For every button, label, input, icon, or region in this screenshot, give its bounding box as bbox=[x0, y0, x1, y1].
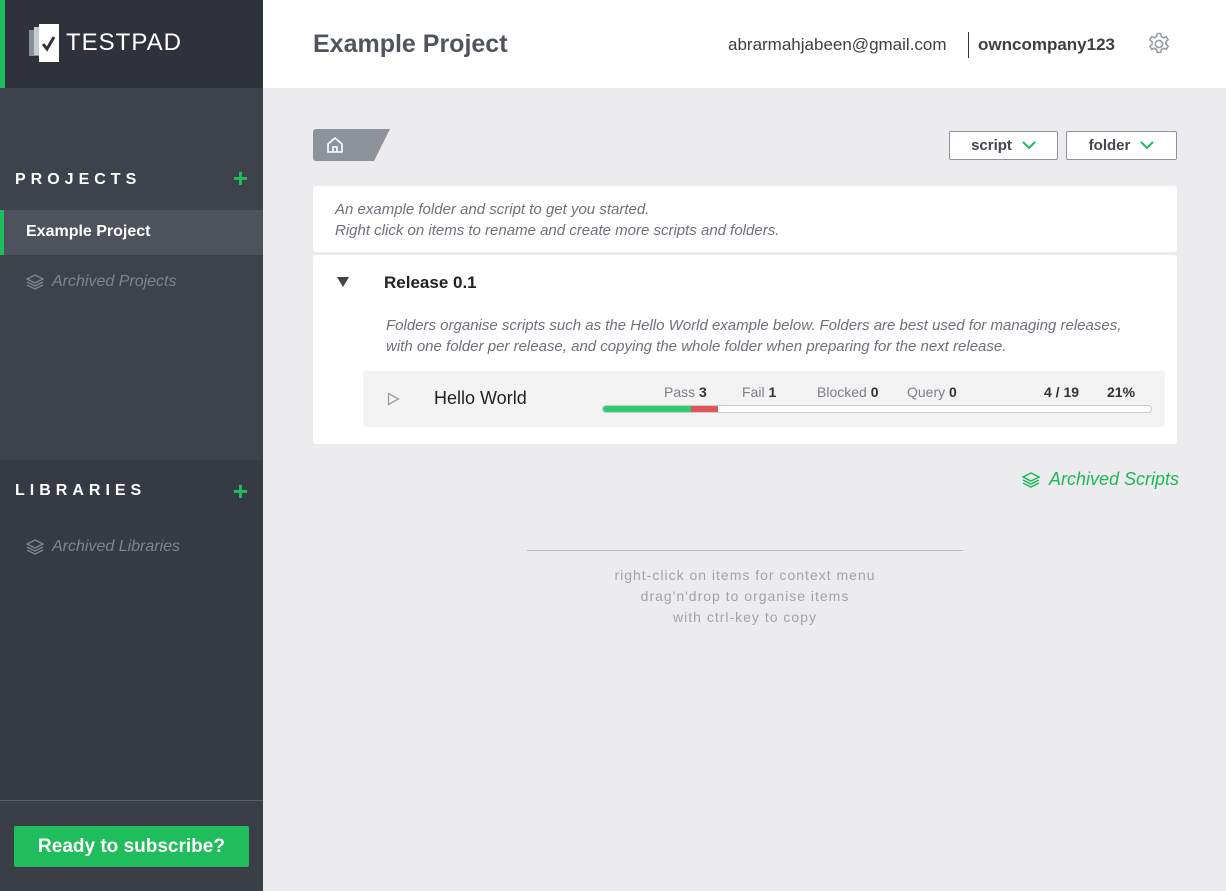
add-library-button[interactable]: + bbox=[233, 478, 248, 504]
pass-stat: Pass 3 bbox=[664, 384, 707, 400]
intro-line-1: An example folder and script to get you … bbox=[335, 201, 650, 218]
hint-line-2: drag'n'drop to organise items bbox=[640, 588, 850, 604]
script-name[interactable]: Hello World bbox=[434, 388, 527, 409]
sidebar-divider bbox=[0, 800, 263, 801]
projects-section: PROJECTS + Example Project Archived Proj… bbox=[0, 88, 263, 460]
layers-icon bbox=[1022, 471, 1040, 488]
brand-name: TESTPAD bbox=[66, 29, 182, 56]
query-label: Query bbox=[907, 384, 946, 400]
brand-bar: TESTPAD bbox=[0, 0, 263, 88]
chevron-down-icon bbox=[1140, 141, 1155, 150]
hint-line-1: right-click on items for context menu bbox=[614, 567, 876, 583]
layers-icon bbox=[26, 274, 44, 290]
fail-label: Fail bbox=[742, 384, 765, 400]
chevron-down-icon bbox=[1022, 141, 1036, 150]
progress-count: 4 / 19 bbox=[1044, 384, 1080, 400]
gear-icon[interactable] bbox=[1146, 31, 1172, 57]
script-row[interactable]: Hello World Pass 3 Fail 1 Blocked 0 Quer… bbox=[363, 371, 1165, 427]
folder-description: Folders organise scripts such as the Hel… bbox=[386, 317, 1122, 355]
fail-count: 1 bbox=[768, 384, 777, 400]
archived-projects-label: Archived Projects bbox=[52, 273, 177, 290]
folder-card: Release 0.1 Folders organise scripts suc… bbox=[313, 255, 1177, 444]
add-project-button[interactable]: + bbox=[233, 165, 248, 191]
page-title: Example Project bbox=[313, 30, 508, 58]
fail-stat: Fail 1 bbox=[742, 384, 776, 400]
blocked-stat: Blocked 0 bbox=[817, 384, 879, 400]
company-name[interactable]: owncompany123 bbox=[978, 35, 1115, 55]
sidebar-item-label: Example Project bbox=[26, 223, 151, 240]
libraries-title: LIBRARIES bbox=[15, 482, 147, 499]
blocked-label: Blocked bbox=[817, 384, 867, 400]
subscribe-button[interactable]: Ready to subscribe? bbox=[14, 826, 249, 867]
sidebar: TESTPAD PROJECTS + Example Project Archi… bbox=[0, 0, 263, 891]
script-dropdown-label: script bbox=[971, 137, 1012, 154]
archived-projects-link[interactable]: Archived Projects bbox=[26, 273, 177, 291]
progress-fail-segment bbox=[690, 406, 719, 412]
blocked-count: 0 bbox=[870, 384, 879, 400]
new-script-dropdown[interactable]: script bbox=[949, 131, 1058, 160]
folder-title[interactable]: Release 0.1 bbox=[384, 273, 477, 293]
sidebar-item-example-project[interactable]: Example Project bbox=[0, 210, 263, 255]
progress-bar bbox=[602, 405, 1152, 413]
progress-percent: 21% bbox=[1107, 384, 1136, 400]
top-header: Example Project abrarmahjabeen@gmail.com… bbox=[263, 0, 1226, 88]
user-email: abrarmahjabeen@gmail.com bbox=[728, 35, 947, 54]
hint-divider bbox=[527, 550, 963, 551]
intro-note: An example folder and script to get you … bbox=[313, 186, 1177, 252]
folder-dropdown-label: folder bbox=[1088, 137, 1131, 154]
progress-pass-segment bbox=[603, 406, 691, 412]
hint-line-3: with ctrl-key to copy bbox=[673, 609, 817, 625]
header-separator bbox=[968, 32, 969, 58]
query-stat: Query 0 bbox=[907, 384, 957, 400]
intro-line-2: Right click on items to rename and creat… bbox=[335, 222, 780, 239]
archived-scripts-link[interactable]: Archived Scripts bbox=[1022, 469, 1179, 490]
libraries-section: LIBRARIES + Archived Libraries bbox=[0, 460, 263, 800]
play-icon[interactable] bbox=[387, 392, 400, 406]
layers-icon bbox=[26, 539, 44, 555]
brand-accent bbox=[0, 0, 5, 88]
active-indicator bbox=[0, 210, 4, 255]
collapse-triangle-icon[interactable] bbox=[337, 276, 349, 288]
new-folder-dropdown[interactable]: folder bbox=[1066, 131, 1177, 160]
archived-libraries-label: Archived Libraries bbox=[52, 538, 181, 555]
query-count: 0 bbox=[949, 384, 957, 400]
pass-label: Pass bbox=[664, 384, 696, 400]
pass-count: 3 bbox=[699, 384, 707, 400]
projects-title: PROJECTS bbox=[15, 171, 142, 188]
archived-libraries-link[interactable]: Archived Libraries bbox=[26, 538, 180, 556]
home-breadcrumb[interactable] bbox=[313, 129, 391, 161]
testpad-logo-icon bbox=[29, 24, 59, 62]
archived-scripts-label: Archived Scripts bbox=[1049, 469, 1180, 489]
